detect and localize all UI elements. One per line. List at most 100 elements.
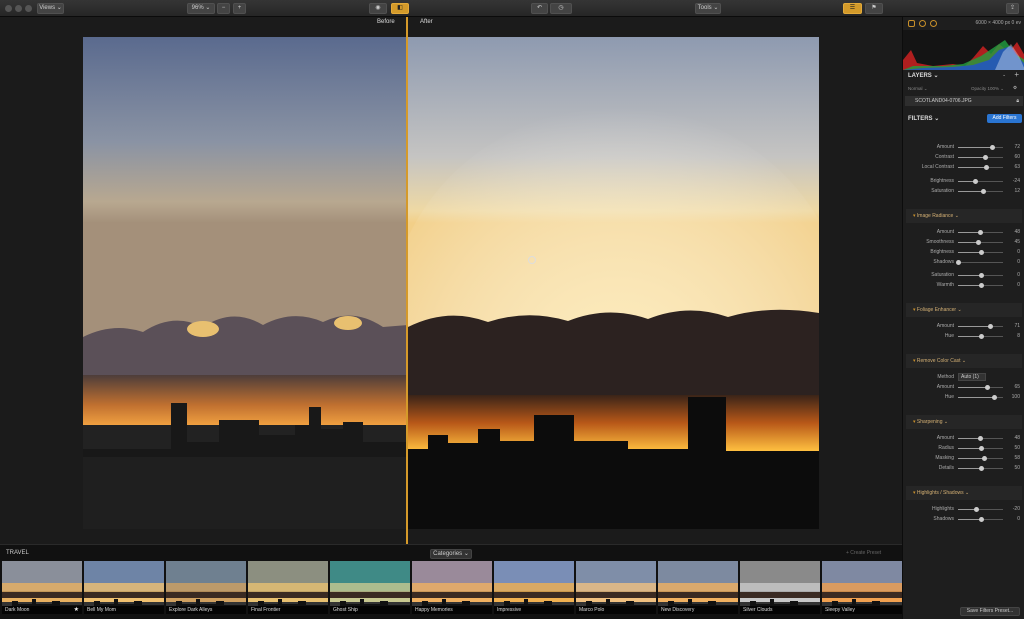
slider-handle[interactable] — [978, 517, 984, 522]
slider-handle[interactable] — [983, 155, 988, 160]
slider-value[interactable]: 12 — [1014, 188, 1020, 194]
create-preset-button[interactable]: + Create Preset — [846, 550, 881, 556]
slider-value[interactable]: 65 — [1014, 384, 1020, 390]
zoom-out-button[interactable]: − — [217, 3, 230, 14]
blend-mode-select[interactable]: Normal ⌄ — [908, 86, 928, 92]
slider-handle[interactable] — [982, 456, 988, 461]
slider-handle[interactable] — [978, 273, 984, 278]
preset-thumbnail[interactable]: Final Frontier — [248, 561, 328, 614]
zoom-window-button[interactable] — [25, 5, 32, 12]
slider-value[interactable]: 8 — [1017, 333, 1020, 339]
slider-handle[interactable] — [956, 260, 961, 265]
preset-thumbnail[interactable]: Dark Moon ★ — [2, 561, 82, 614]
slider-value[interactable]: 50 — [1014, 465, 1020, 471]
lock-icon[interactable]: 🔒︎ — [1016, 96, 1019, 106]
preset-thumbnail[interactable]: Sleepy Valley — [822, 561, 902, 614]
slider-value[interactable]: 63 — [1014, 164, 1020, 170]
info-panel-button[interactable]: ⚑ — [865, 3, 883, 14]
slider-handle[interactable] — [974, 507, 979, 512]
slider-value[interactable]: 71 — [1014, 323, 1020, 329]
app-window: { "toolbar":{"view_label":"Views ⌄","zoo… — [0, 0, 1024, 619]
slider-value[interactable]: 45 — [1014, 239, 1020, 245]
slider-handle[interactable] — [981, 189, 987, 194]
filter-section-header[interactable]: ▾ Foliage Enhancer ⌄ — [906, 303, 1022, 317]
layer-opacity-select[interactable]: Opacity 100% ⌄ — [971, 86, 1004, 92]
layer-options-icon[interactable]: ⌄ — [1002, 72, 1006, 78]
zoom-in-button[interactable]: + — [233, 3, 246, 14]
clipping-icon[interactable] — [919, 20, 926, 27]
slider-handle[interactable] — [978, 446, 984, 451]
share-button[interactable]: ⇪ — [1006, 3, 1019, 14]
slider-value[interactable]: 50 — [1014, 445, 1020, 451]
layers-header[interactable]: LAYERS ⌄ — [908, 72, 938, 79]
add-layer-icon[interactable]: + — [1014, 70, 1019, 79]
slider-value[interactable]: -24 — [1013, 178, 1020, 184]
slider-handle[interactable] — [976, 240, 982, 245]
preset-thumbnail[interactable]: Happy Memories — [412, 561, 492, 614]
slider-value[interactable]: 0 — [1017, 249, 1020, 255]
preset-thumbnail[interactable]: Silver Clouds — [740, 561, 820, 614]
layer-row[interactable]: SCOTLAND04-0706.JPG 🔒︎ — [905, 96, 1023, 106]
slider-value[interactable]: 48 — [1014, 435, 1020, 441]
undo-button[interactable]: ↶ — [531, 3, 548, 14]
preset-thumbnail[interactable]: Ghost Ship — [330, 561, 410, 614]
slider-handle[interactable] — [978, 250, 984, 255]
preview-eye-button[interactable]: ◉ — [369, 3, 387, 14]
filter-section-header[interactable]: ▾ Highlights / Shadows ⌄ — [906, 486, 1022, 500]
slider-handle[interactable] — [973, 179, 979, 184]
close-window-button[interactable] — [5, 5, 12, 12]
view-menu-button[interactable]: Views ⌄ — [37, 3, 64, 14]
slider-handle[interactable] — [987, 324, 993, 329]
history-button[interactable]: ◷ — [550, 3, 572, 14]
slider-value[interactable]: 58 — [1014, 455, 1020, 461]
layer-settings-icon[interactable]: ⚙ — [1013, 85, 1017, 91]
filter-section-header[interactable]: ▾ Remove Color Cast ⌄ — [906, 354, 1022, 368]
slider-value[interactable]: 72 — [1014, 144, 1020, 150]
photo-canvas[interactable] — [83, 37, 819, 529]
slider-value[interactable]: 60 — [1014, 154, 1020, 160]
preset-thumbnail[interactable]: Marco Polo — [576, 561, 656, 614]
preset-thumbnail[interactable]: Explore Dark Alleys — [166, 561, 246, 614]
preset-thumbnail[interactable]: Bell My Mom — [84, 561, 164, 614]
slider-track[interactable] — [958, 262, 1003, 263]
before-after-divider[interactable] — [406, 17, 408, 546]
slider-value[interactable]: 0 — [1017, 516, 1020, 522]
method-select[interactable]: Auto (1) — [958, 373, 986, 381]
slider-value[interactable]: 100 — [1012, 394, 1020, 400]
info-icon[interactable] — [930, 20, 937, 27]
slider-handle[interactable] — [992, 395, 997, 400]
slider-handle[interactable] — [978, 283, 984, 288]
filter-section-header[interactable]: ▾ Image Radiance ⌄ — [906, 209, 1022, 223]
preset-name: Bell My Mom — [84, 606, 164, 614]
slider-fill — [958, 252, 981, 253]
slider-handle[interactable] — [989, 145, 995, 150]
slider-value[interactable]: -20 — [1013, 506, 1020, 512]
slider-handle[interactable] — [984, 165, 990, 170]
filters-header[interactable]: FILTERS ⌄ — [908, 115, 939, 122]
slider-value[interactable]: 0 — [1017, 272, 1020, 278]
presets-panel-button[interactable]: ☰ — [843, 3, 862, 14]
preset-name: Silver Clouds — [740, 606, 820, 614]
slider-handle[interactable] — [977, 230, 983, 235]
tools-menu-button[interactable]: Tools ⌄ — [695, 3, 721, 14]
slider-handle[interactable] — [977, 436, 983, 441]
histogram-toggle-icon[interactable] — [908, 20, 915, 27]
categories-dropdown[interactable]: Categories ⌄ — [430, 549, 472, 559]
slider-handle[interactable] — [978, 466, 984, 471]
save-filters-preset-button[interactable]: Save Filters Preset... — [960, 607, 1020, 616]
zoom-menu-button[interactable]: 96% ⌄ — [187, 3, 215, 14]
image-viewer[interactable]: Before After — [0, 17, 902, 544]
slider-fill — [958, 275, 981, 276]
preset-thumbnail[interactable]: New Discovery — [658, 561, 738, 614]
slider-value[interactable]: 0 — [1017, 259, 1020, 265]
slider-handle[interactable] — [978, 334, 984, 339]
compare-button[interactable]: ◧ — [391, 3, 409, 14]
filter-section-header[interactable]: ▾ Sharpening ⌄ — [906, 415, 1022, 429]
slider-value[interactable]: 0 — [1017, 282, 1020, 288]
slider-handle[interactable] — [985, 385, 991, 390]
slider-value[interactable]: 48 — [1014, 229, 1020, 235]
preset-thumbnail[interactable]: Impressive — [494, 561, 574, 614]
add-filters-button[interactable]: Add Filters — [987, 114, 1022, 123]
minimize-window-button[interactable] — [15, 5, 22, 12]
favorite-star-icon[interactable]: ★ — [74, 606, 79, 614]
